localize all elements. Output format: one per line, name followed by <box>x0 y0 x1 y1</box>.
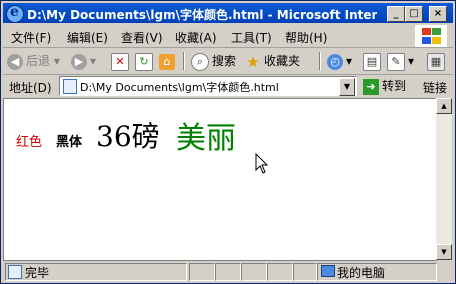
toolbar-separator <box>319 52 321 70</box>
menu-view[interactable]: 查看(V) <box>121 29 163 46</box>
mouse-cursor-icon <box>255 153 269 174</box>
favorites-button[interactable]: ★ 收藏夹 <box>245 51 300 71</box>
browser-window: D:\My Documents\lgm\字体颜色.html - Microsof… <box>0 0 456 284</box>
vertical-scrollbar[interactable]: ▲ ▼ <box>436 98 452 260</box>
minimize-button[interactable]: _ <box>387 6 405 22</box>
search-label: 搜索 <box>212 54 237 68</box>
stop-button[interactable]: ✕ <box>111 51 132 71</box>
page-icon <box>63 79 77 94</box>
refresh-icon: ↻ <box>135 52 153 71</box>
favorites-label: 收藏夹 <box>264 54 301 68</box>
menu-favorites[interactable]: 收藏(A) <box>175 29 217 46</box>
discuss-icon: ▦ <box>427 52 445 71</box>
menu-tools[interactable]: 工具(T) <box>231 29 272 46</box>
close-button[interactable]: × <box>429 6 447 22</box>
menu-file[interactable]: 文件(F) <box>11 29 51 46</box>
scroll-up-button[interactable]: ▲ <box>436 98 452 114</box>
back-arrow-icon: ◀ <box>7 53 23 70</box>
home-icon: ⌂ <box>159 53 175 70</box>
address-label: 地址(D) <box>9 81 52 95</box>
page-content: 红色 黑体 36磅 美丽 <box>3 98 437 261</box>
maximize-button[interactable]: □ <box>405 6 423 22</box>
back-button[interactable]: ◀ 后退 ▾ <box>7 51 60 71</box>
status-panel <box>241 263 267 281</box>
address-bar: 地址(D) D:\My Documents\lgm\字体颜色.html ▼ ➜ 转… <box>3 75 453 97</box>
edit-button[interactable]: ✎ ▾ <box>387 51 414 71</box>
status-text: 完毕 <box>25 266 50 280</box>
page-status-icon <box>8 265 22 279</box>
stop-icon: ✕ <box>111 52 129 71</box>
bold-text: 黑体 <box>56 135 83 150</box>
refresh-button[interactable]: ↻ <box>135 51 156 71</box>
ie-icon <box>6 4 24 23</box>
title-bar[interactable]: D:\My Documents\lgm\字体颜色.html - Microsof… <box>3 3 453 23</box>
home-button[interactable]: ⌂ <box>159 51 178 71</box>
edit-icon: ✎ <box>387 52 405 71</box>
forward-button[interactable]: ▶ ▾ <box>71 51 96 71</box>
history-icon: ◴ <box>327 53 343 70</box>
status-bar: 完毕 我的电脑 <box>3 261 453 281</box>
back-label: 后退 <box>26 54 51 68</box>
menu-bar: 文件(F) 编辑(E) 查看(V) 收藏(A) 工具(T) 帮助(H) <box>3 25 453 48</box>
forward-arrow-icon: ▶ <box>71 53 87 70</box>
green-text: 美丽 <box>176 121 236 156</box>
media-button[interactable]: ◴ ▾ <box>327 51 352 71</box>
menu-help[interactable]: 帮助(H) <box>285 29 327 46</box>
links-button[interactable]: 链接 <box>423 79 447 96</box>
go-arrow-icon: ➜ <box>363 78 379 95</box>
window-title: D:\My Documents\lgm\字体颜色.html - Microsof… <box>27 8 377 22</box>
windows-logo-icon <box>415 25 447 47</box>
address-dropdown-button[interactable]: ▼ <box>339 78 355 96</box>
discuss-button[interactable]: ▦ <box>427 51 448 71</box>
print-icon: ▤ <box>363 52 381 71</box>
status-panel <box>267 263 293 281</box>
status-panel <box>293 263 317 281</box>
mail-button[interactable]: ▤ <box>363 51 384 71</box>
toolbar-separator <box>183 52 185 70</box>
go-label: 转到 <box>382 79 407 93</box>
red-text: 红色 <box>16 135 43 150</box>
search-button[interactable]: ⌕ 搜索 <box>191 51 236 71</box>
computer-icon <box>321 265 335 277</box>
zone-text: 我的电脑 <box>337 266 386 280</box>
toolbar: ◀ 后退 ▾ ▶ ▾ ✕ ↻ ⌂ ⌕ 搜索 ★ 收藏夹 ◴ ▾ ▤ ✎ ▾ ▦ <box>3 48 453 75</box>
status-panel <box>215 263 241 281</box>
menu-edit[interactable]: 编辑(E) <box>67 29 108 46</box>
star-icon: ★ <box>246 52 260 71</box>
go-button[interactable]: ➜ 转到 <box>363 77 406 95</box>
status-panel <box>189 263 215 281</box>
address-value: D:\My Documents\lgm\字体颜色.html <box>80 81 279 94</box>
large-text: 36磅 <box>96 120 160 153</box>
address-input[interactable]: D:\My Documents\lgm\字体颜色.html ▼ <box>59 76 357 96</box>
search-icon: ⌕ <box>191 52 209 71</box>
scroll-down-button[interactable]: ▼ <box>436 244 452 260</box>
